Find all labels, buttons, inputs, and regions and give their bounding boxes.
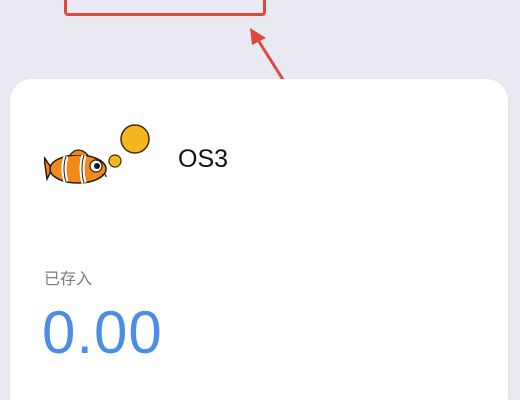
clownfish-bubbles-icon bbox=[44, 124, 150, 184]
deposited-amount: 0.00 bbox=[42, 299, 163, 366]
pool-card[interactable]: OS3 已存入 0.00 bbox=[10, 79, 508, 400]
pool-title: OS3 bbox=[178, 145, 229, 173]
deposited-label: 已存入 bbox=[44, 269, 93, 288]
screen: OS3 已存入 0.00 bbox=[0, 0, 520, 400]
